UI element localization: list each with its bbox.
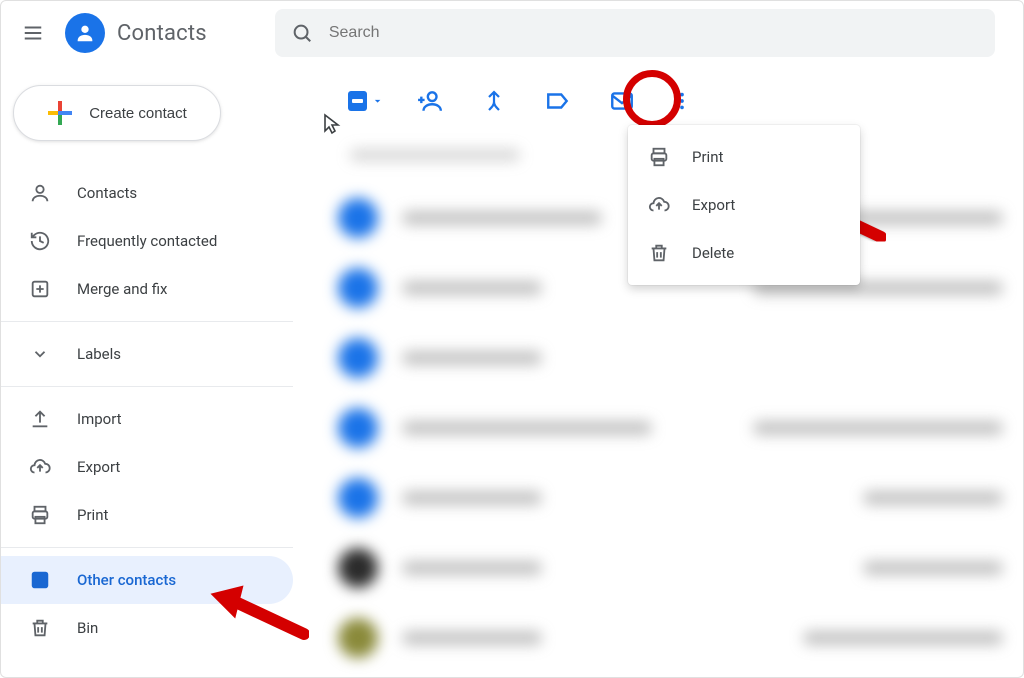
sidebar-item-label: Merge and fix [77, 280, 167, 298]
merge-fix-icon [29, 278, 51, 300]
divider [1, 321, 293, 322]
merge-button[interactable] [476, 83, 512, 119]
sidebar-item-bin[interactable]: Bin [1, 604, 293, 652]
person-icon [29, 182, 51, 204]
sidebar-item-label: Other contacts [77, 571, 176, 589]
sidebar-item-label: Export [77, 458, 120, 476]
create-contact-button[interactable]: Create contact [13, 85, 221, 141]
app-title: Contacts [117, 21, 207, 46]
inbox-icon [29, 569, 51, 591]
email-button[interactable] [604, 83, 640, 119]
caret-down-icon [371, 94, 384, 108]
mail-icon [609, 88, 635, 114]
divider [1, 386, 293, 387]
search-icon [291, 22, 313, 44]
app-logo: Contacts [65, 13, 207, 53]
menu-item-delete[interactable]: Delete [628, 229, 860, 277]
menu-item-label: Delete [692, 244, 734, 262]
label-icon [545, 88, 571, 114]
main-panel: Print Export Delete [306, 65, 1023, 677]
contacts-logo-icon [65, 13, 105, 53]
hamburger-icon [22, 22, 44, 44]
checkbox-indeterminate-icon [348, 91, 367, 111]
menu-item-export[interactable]: Export [628, 181, 860, 229]
sidebar-item-import[interactable]: Import [1, 395, 293, 443]
add-to-contacts-button[interactable] [412, 83, 448, 119]
more-actions-button[interactable] [664, 83, 700, 119]
sidebar-item-label: Frequently contacted [77, 232, 217, 250]
sidebar: Create contact Contacts Frequently conta… [1, 65, 306, 677]
upload-icon [29, 408, 51, 430]
print-icon [648, 146, 670, 168]
menu-item-label: Export [692, 196, 735, 214]
sidebar-item-frequently-contacted[interactable]: Frequently contacted [1, 217, 293, 265]
sidebar-item-contacts[interactable]: Contacts [1, 169, 293, 217]
divider [1, 547, 293, 548]
search-input[interactable] [329, 24, 979, 42]
sidebar-item-label: Contacts [77, 184, 137, 202]
sidebar-item-merge-and-fix[interactable]: Merge and fix [1, 265, 293, 313]
trash-icon [29, 617, 51, 639]
sidebar-item-other-contacts[interactable]: Other contacts [1, 556, 293, 604]
cloud-export-icon [29, 456, 51, 478]
merge-icon [482, 89, 506, 113]
sidebar-labels-heading[interactable]: Labels [1, 330, 293, 378]
select-all-checkbox[interactable] [348, 83, 384, 119]
sidebar-item-label: Bin [77, 619, 98, 637]
search-bar[interactable] [275, 9, 995, 57]
main-menu-button[interactable] [9, 9, 57, 57]
cloud-export-icon [648, 194, 670, 216]
history-icon [29, 230, 51, 252]
menu-item-print[interactable]: Print [628, 133, 860, 181]
sidebar-item-label: Print [77, 506, 108, 524]
overflow-menu: Print Export Delete [628, 125, 860, 285]
more-vert-icon [671, 90, 693, 112]
list-toolbar: Print Export Delete [306, 73, 1023, 129]
sidebar-item-label: Labels [77, 345, 121, 363]
print-icon [29, 504, 51, 526]
chevron-down-icon [29, 343, 51, 365]
sidebar-item-label: Import [77, 410, 122, 428]
menu-item-label: Print [692, 148, 723, 166]
person-add-icon [417, 88, 443, 114]
plus-icon [47, 100, 73, 126]
sidebar-item-export[interactable]: Export [1, 443, 293, 491]
trash-icon [648, 242, 670, 264]
sidebar-item-print[interactable]: Print [1, 491, 293, 539]
label-button[interactable] [540, 83, 576, 119]
create-contact-label: Create contact [89, 105, 187, 122]
